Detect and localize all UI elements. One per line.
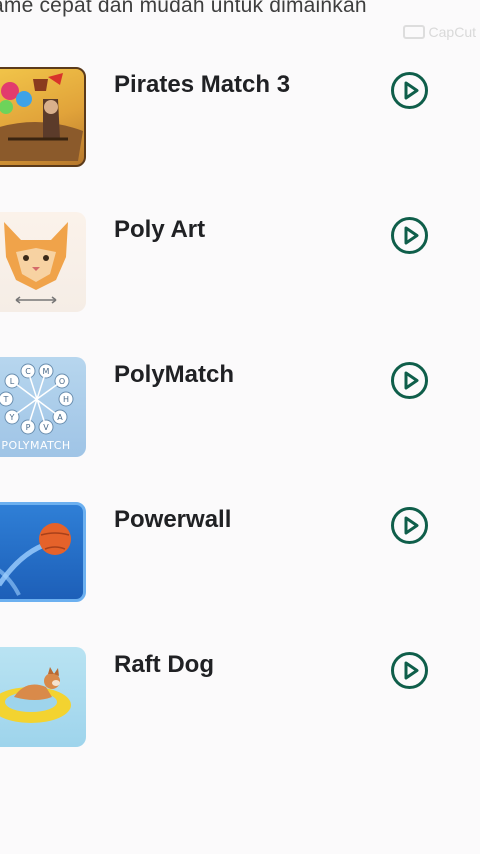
pirates-match-3-thumbnail[interactable]: [0, 67, 86, 167]
svg-text:A: A: [57, 413, 63, 422]
game-list: Pirates Match 3 Poly Art C M L O T H Y A…: [0, 0, 480, 854]
play-circle-icon[interactable]: [391, 507, 428, 544]
play-circle-icon[interactable]: [391, 72, 428, 109]
svg-text:M: M: [43, 367, 50, 376]
game-item-pirates-match-3[interactable]: Pirates Match 3: [0, 67, 480, 177]
game-title[interactable]: Pirates Match 3: [114, 71, 290, 99]
play-circle-icon[interactable]: [391, 217, 428, 254]
game-title[interactable]: Powerwall: [114, 506, 231, 534]
svg-text:H: H: [63, 395, 69, 404]
game-item-powerwall[interactable]: Powerwall: [0, 502, 480, 612]
svg-text:C: C: [25, 367, 31, 376]
powerwall-ball-thumbnail[interactable]: [0, 502, 86, 602]
play-circle-icon[interactable]: [391, 362, 428, 399]
game-item-raft-dog[interactable]: Raft Dog: [0, 647, 480, 757]
svg-text:V: V: [43, 423, 49, 432]
play-circle-icon[interactable]: [391, 652, 428, 689]
svg-text:Y: Y: [9, 413, 15, 422]
svg-text:T: T: [3, 395, 9, 404]
game-item-polymatch[interactable]: C M L O T H Y A P V POLYMATCH PolyMatch: [0, 357, 480, 467]
raft-dog-thumbnail[interactable]: [0, 647, 86, 747]
game-title[interactable]: Poly Art: [114, 216, 205, 244]
game-item-poly-art[interactable]: Poly Art: [0, 212, 480, 322]
svg-text:P: P: [26, 423, 31, 432]
game-title[interactable]: PolyMatch: [114, 361, 234, 389]
polymatch-letters-thumbnail[interactable]: C M L O T H Y A P V POLYMATCH: [0, 357, 86, 457]
polymatch-thumbnail-text: POLYMATCH: [1, 439, 71, 452]
game-title[interactable]: Raft Dog: [114, 651, 214, 679]
svg-text:L: L: [10, 377, 15, 386]
poly-art-cat-thumbnail[interactable]: [0, 212, 86, 312]
svg-text:O: O: [59, 377, 65, 386]
